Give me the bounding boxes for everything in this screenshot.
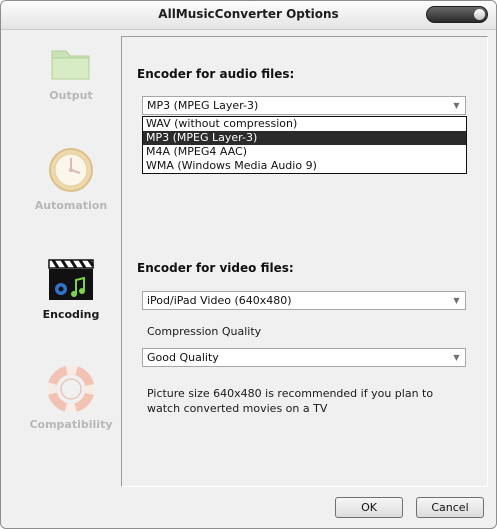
sidebar-item-label: Compatibility bbox=[29, 418, 113, 431]
chevron-down-icon[interactable]: ▼ bbox=[450, 98, 463, 113]
sidebar-item-encoding[interactable]: Encoding bbox=[19, 258, 123, 321]
cancel-button[interactable]: Cancel bbox=[416, 497, 484, 518]
sidebar-item-label: Automation bbox=[34, 199, 108, 212]
audio-option-wma[interactable]: WMA (Windows Media Audio 9) bbox=[143, 159, 466, 173]
sidebar-item-output[interactable]: Output bbox=[19, 43, 123, 102]
sidebar-item-automation[interactable]: Automation bbox=[19, 147, 123, 212]
compression-quality-select[interactable]: Good Quality ▼ bbox=[142, 348, 466, 367]
clock-icon bbox=[49, 148, 93, 192]
picture-size-hint-line-2: watch converted movies on a TV bbox=[147, 402, 328, 415]
title-bar[interactable]: AllMusicConverter Options bbox=[1, 1, 496, 30]
audio-encoder-label: Encoder for audio files: bbox=[137, 67, 295, 81]
audio-encoder-select[interactable]: MP3 (MPEG Layer-3) ▼ bbox=[142, 96, 466, 115]
compression-quality-value: Good Quality bbox=[147, 351, 219, 364]
chevron-down-icon[interactable]: ▼ bbox=[450, 293, 463, 308]
clapperboard-icon bbox=[48, 259, 95, 300]
window-title: AllMusicConverter Options bbox=[158, 7, 339, 21]
video-encoder-value: iPod/iPad Video (640x480) bbox=[147, 294, 292, 307]
audio-encoder-value: MP3 (MPEG Layer-3) bbox=[147, 99, 259, 112]
ok-button[interactable]: OK bbox=[335, 497, 403, 518]
video-encoder-select[interactable]: iPod/iPad Video (640x480) ▼ bbox=[142, 291, 466, 310]
audio-encoder-dropdown-list: WAV (without compression) MP3 (MPEG Laye… bbox=[142, 116, 467, 174]
picture-size-hint-line-1: Picture size 640x480 is recommended if y… bbox=[147, 387, 434, 400]
sidebar-item-label: Output bbox=[49, 89, 93, 102]
encoding-panel: Encoder for audio files: MP3 (MPEG Layer… bbox=[121, 36, 488, 487]
chevron-down-icon[interactable]: ▼ bbox=[450, 350, 463, 365]
folder-icon bbox=[51, 50, 90, 80]
sidebar-item-label: Encoding bbox=[42, 308, 100, 321]
sidebar-item-compatibility[interactable]: Compatibility bbox=[19, 366, 123, 431]
compression-quality-label: Compression Quality bbox=[147, 325, 262, 338]
audio-option-m4a[interactable]: M4A (MPEG4 AAC) bbox=[143, 145, 466, 159]
video-encoder-label: Encoder for video files: bbox=[137, 261, 294, 275]
lifebuoy-icon bbox=[48, 366, 94, 412]
options-window: AllMusicConverter Options Output Automat… bbox=[0, 0, 497, 529]
close-knob-icon bbox=[474, 9, 485, 20]
audio-option-mp3[interactable]: MP3 (MPEG Layer-3) bbox=[143, 131, 466, 145]
close-button[interactable] bbox=[426, 6, 488, 23]
audio-option-wav[interactable]: WAV (without compression) bbox=[143, 117, 466, 131]
